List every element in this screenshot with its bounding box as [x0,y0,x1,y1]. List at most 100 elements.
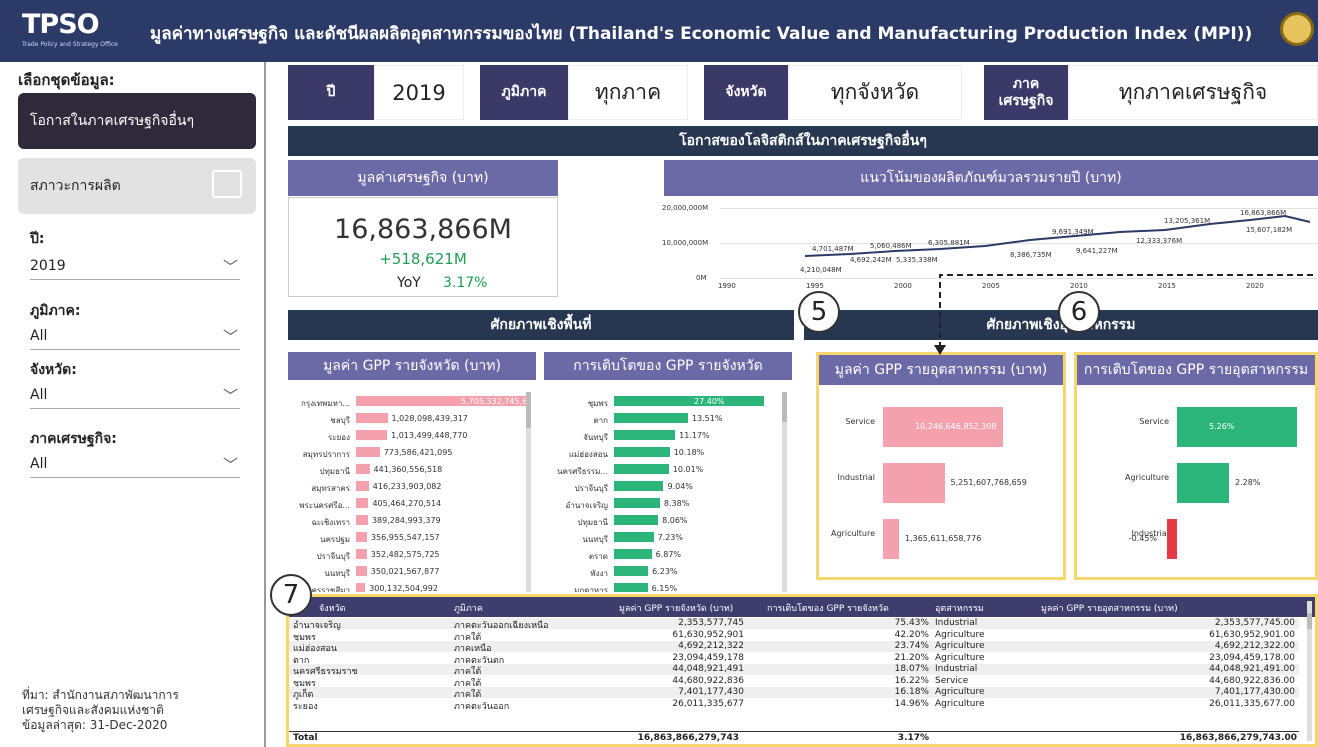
table-cell: Agriculture [935,641,985,651]
bar-value: 300,132,504,992 [369,584,438,592]
source-line: เศรษฐกิจและสังคมแห่งชาติ [22,703,164,717]
gpp-ind-panel: มูลค่า GPP รายอุตสาหกรรม (บาท) Service 10… [816,352,1066,580]
growth-ind-title: การเติบโตของ GPP รายอุตสาหกรรม [1077,355,1315,385]
bar[interactable] [1166,519,1177,559]
growth-prov-scrollbar[interactable] [782,392,787,592]
bar[interactable] [614,549,652,559]
table-cell: Agriculture [935,698,985,709]
table-row[interactable]: แม่ฮ่องสอน ภาคเหนือ 4,692,212,322 23.74% Agr… [289,641,1299,654]
yoy-value: 3.17% [443,275,488,291]
bar[interactable] [356,532,367,542]
scroll-thumb[interactable] [782,392,787,422]
trend-label: 4,210,048M [800,266,842,274]
bar[interactable] [883,463,945,503]
bar-value: 6.15% [651,584,678,592]
table-row[interactable]: ตาก ภาคตะวันตก 23,094,459,178 21.20% Agricul… [289,652,1299,666]
table-cell: 18.07% [894,664,929,674]
bar-label: มุกดาหาร [574,586,608,592]
bar[interactable] [614,583,648,592]
bar[interactable] [356,498,369,508]
table-scrollbar[interactable] [1307,601,1312,741]
bar[interactable] [356,566,367,576]
bar[interactable] [356,515,368,525]
filter-select-year[interactable]: 2019 ﹀ [30,254,240,280]
bar[interactable] [614,464,669,474]
callout-arrow [939,274,1313,351]
table-header: จังหวัด ภูมิภาค มูลค่า GPP รายจังหวัด (บ… [289,597,1315,617]
table-cell: Industrial [935,618,978,628]
bar[interactable] [356,549,367,559]
filter-select-sector[interactable]: All ﹀ [30,452,240,478]
kpi-value: 16,863,866M [334,214,512,245]
gpp-ind-chart: Service 10,246,646,852,308 Industrial 5,251… [819,385,1063,575]
bar[interactable] [883,519,899,559]
bar-label: ฉะเชิงเทรา [311,518,350,527]
filter-select-province[interactable]: All ﹀ [30,383,240,409]
bar-label: นครปฐม [320,535,350,544]
bar[interactable] [1177,463,1229,503]
bar[interactable] [356,430,388,440]
callout-6: 6 [1058,291,1100,333]
table-row[interactable]: ชุมพร ภาคใต้ 61,630,952,901 42.20% Agricultu… [289,629,1299,643]
callout-5: 5 [798,291,840,333]
last-updated: ข้อมูลล่าสุด: 31-Dec-2020 [22,718,168,732]
bar[interactable] [1177,407,1297,447]
table-cell: 7,401,177,430.00 [1214,687,1295,697]
bar[interactable] [614,396,764,406]
bar-value: 27.40% [694,397,725,406]
col-header[interactable]: มูลค่า GPP รายจังหวัด (บาท) [619,601,733,615]
dataset-button-other-sectors[interactable]: โอกาสในภาคเศรษฐกิจอื่นๆ [18,93,256,149]
table-cell: 23.74% [894,641,929,651]
bar-label: ปราจีนบุรี [316,552,350,561]
region-value: ทุกภาค [568,65,688,120]
table-row[interactable]: อำนาจเจริญ ภาคตะวันออกเฉียงเหนือ 2,353,577… [289,618,1299,631]
tpso-logo: TPSO [22,9,100,40]
table-cell: 4,692,212,322 [678,641,744,651]
table-cell: 23,094,459,178 [672,652,744,663]
growth-prov-chart: ชุมพร 27.40% ตาก 13.51% จันทบุรี 11.17% แม่ฮ่อ… [538,387,788,592]
bar[interactable] [356,413,388,423]
table-cell: 42.20% [894,629,929,640]
col-header[interactable]: ภูมิภาค [454,601,483,615]
gpp-ind-title: มูลค่า GPP รายอุตสาหกรรม (บาท) [819,355,1063,385]
col-header[interactable]: การเติบโตของ GPP รายจังหวัด [767,601,889,615]
bar-value: 356,955,547,157 [370,533,440,542]
bar[interactable] [356,481,369,491]
bar[interactable] [614,532,654,542]
scroll-thumb[interactable] [526,392,531,428]
table-row[interactable]: ชุมพร ภาคใต้ 44,680,922,836 16.22% Service 44… [289,675,1299,689]
sector-label: ภาค เศรษฐกิจ [984,65,1068,120]
dataset-button-production[interactable]: สภาวะการผลิต [18,158,256,214]
table-cell: Agriculture [935,652,985,663]
table-cell: 14.96% [894,698,929,709]
col-header[interactable]: มูลค่า GPP รายอุตสาหกรรม (บาท) [1041,601,1178,615]
table-cell: ระยอง [293,701,318,712]
bar[interactable] [614,430,676,440]
bar-label: สมุทรปราการ [302,450,350,459]
gpp-prov-scrollbar[interactable] [526,392,531,592]
trend-label: 4,701,487M [812,245,854,253]
table-cell: Service [935,675,969,686]
kpi-delta: +518,621M [379,250,467,268]
col-header[interactable]: อุตสาหกรรม [935,601,984,615]
scroll-thumb[interactable] [1307,613,1312,629]
trend-title: แนวโน้มของผลิตภัณฑ์มวลรวมรายปี (บาท) [664,160,1318,196]
bar[interactable] [356,447,380,457]
filter-select-region[interactable]: All ﹀ [30,324,240,350]
bar-value: 405,464,270,514 [372,499,442,508]
table-row[interactable]: ภูเก็ต ภาคใต้ 7,401,177,430 16.18% Agricultu… [289,687,1299,700]
bar[interactable] [614,566,649,576]
table-row[interactable]: ระยอง ภาคตะวันออก 26,011,335,677 14.96% Agri… [289,698,1299,712]
bar[interactable] [614,481,664,491]
bar[interactable] [614,447,670,457]
table-row[interactable]: นครศรีธรรมราช ภาคใต้ 44,048,921,491 18.07% I… [289,664,1299,677]
bar-value: 1,013,499,448,770 [391,431,468,440]
bar[interactable] [356,464,370,474]
bar[interactable] [614,413,688,423]
bar[interactable] [356,583,366,592]
col-header[interactable]: จังหวัด [319,601,346,615]
bar[interactable] [614,498,660,508]
dataset-button-label: สภาวะการผลิต [30,178,121,194]
bar-label: นครศรีธรรม... [557,467,608,476]
bar[interactable] [614,515,659,525]
